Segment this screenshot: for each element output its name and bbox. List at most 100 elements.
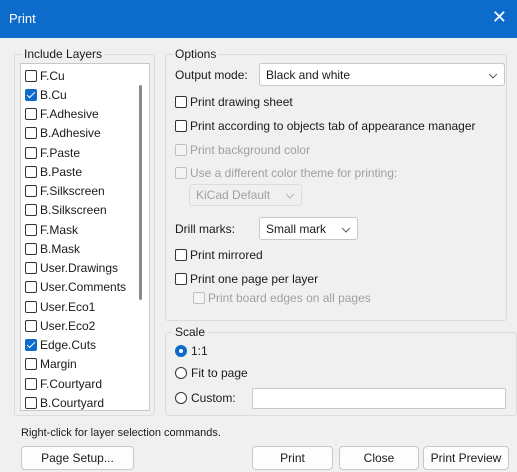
layer-checkbox[interactable] xyxy=(25,319,37,332)
print-preview-button[interactable]: Print Preview xyxy=(423,446,509,470)
chevron-down-icon xyxy=(488,69,498,79)
layer-label: F.Cu xyxy=(40,68,65,83)
print-drawing-sheet-option[interactable]: Print drawing sheet xyxy=(175,95,293,109)
scale-one-to-one-radio[interactable] xyxy=(175,345,187,357)
print-background-label: Print background color xyxy=(190,143,311,157)
layer-checkbox[interactable] xyxy=(25,108,37,120)
layer-label: User.Drawings xyxy=(40,261,119,275)
layer-label: B.Courtyard xyxy=(40,395,105,410)
layer-checkbox[interactable] xyxy=(25,339,37,351)
layer-list-item[interactable]: B.Cu xyxy=(25,85,67,104)
print-board-edges-option: Print board edges on all pages xyxy=(193,291,371,305)
layer-list-scrollbar[interactable] xyxy=(139,85,142,300)
use-color-theme-label: Use a different color theme for printing… xyxy=(190,166,398,180)
layer-label: User.Comments xyxy=(40,280,127,295)
layer-label: F.Paste xyxy=(40,145,81,160)
layer-label: Edge.Cuts xyxy=(40,338,97,352)
color-theme-select: KiCad Default xyxy=(189,184,302,206)
print-according-checkbox[interactable] xyxy=(175,120,187,132)
output-mode-label: Output mode: xyxy=(175,68,248,82)
scale-fit-option[interactable]: Fit to page xyxy=(175,366,248,380)
print-mirrored-checkbox[interactable] xyxy=(175,249,187,261)
scale-custom-radio[interactable] xyxy=(175,392,187,404)
layer-list-item[interactable]: User.Eco1 xyxy=(25,297,95,316)
layer-list-item[interactable]: Margin xyxy=(25,355,77,374)
window-title: Print xyxy=(9,11,36,26)
use-color-theme-checkbox xyxy=(175,167,187,179)
drill-marks-select[interactable]: Small mark xyxy=(259,217,358,240)
include-layers-title: Include Layers xyxy=(22,47,105,61)
layer-list-item[interactable]: F.Cu xyxy=(25,66,65,85)
layer-list-item[interactable]: User.Eco2 xyxy=(25,316,95,335)
page-setup-button[interactable]: Page Setup... xyxy=(21,446,134,470)
layer-label: F.Adhesive xyxy=(40,107,99,121)
print-drawing-sheet-checkbox[interactable] xyxy=(175,96,187,108)
print-according-label: Print according to objects tab of appear… xyxy=(190,119,476,133)
print-mirrored-option[interactable]: Print mirrored xyxy=(175,248,263,262)
layer-list-item[interactable]: B.Mask xyxy=(25,239,80,258)
layer-checkbox[interactable] xyxy=(25,69,37,82)
layer-label: B.Cu xyxy=(40,87,67,102)
layer-checkbox[interactable] xyxy=(25,377,37,390)
print-button[interactable]: Print xyxy=(252,446,333,470)
print-drawing-sheet-label: Print drawing sheet xyxy=(190,95,293,109)
scale-fit-label: Fit to page xyxy=(191,366,248,380)
layer-checkbox[interactable] xyxy=(25,281,37,294)
close-button[interactable]: Close xyxy=(339,446,419,470)
title-bar: Print ✕ xyxy=(0,0,517,38)
layer-label: F.Mask xyxy=(40,222,79,237)
layer-label: B.Mask xyxy=(40,241,81,256)
layer-list-item[interactable]: User.Drawings xyxy=(25,259,118,278)
layer-list-item[interactable]: B.Courtyard xyxy=(25,393,105,410)
print-one-page-checkbox[interactable] xyxy=(175,273,187,285)
layer-checkbox[interactable] xyxy=(25,88,37,101)
layer-list-item[interactable]: F.Paste xyxy=(25,143,80,162)
custom-scale-input[interactable] xyxy=(252,388,506,409)
layer-checkbox[interactable] xyxy=(25,300,37,313)
layer-checkbox[interactable] xyxy=(25,396,37,409)
layer-label: F.Courtyard xyxy=(40,376,103,391)
print-one-page-option[interactable]: Print one page per layer xyxy=(175,272,318,286)
print-board-edges-checkbox xyxy=(193,292,205,304)
color-theme-value: KiCad Default xyxy=(196,188,271,202)
print-one-page-label: Print one page per layer xyxy=(190,272,319,286)
layer-list-item[interactable]: F.Courtyard xyxy=(25,374,102,393)
layer-label: B.Silkscreen xyxy=(40,203,107,218)
output-mode-select[interactable]: Black and white xyxy=(259,63,505,86)
layer-list-item[interactable]: B.Paste xyxy=(25,162,82,181)
layer-checkbox[interactable] xyxy=(25,358,37,371)
layer-checkbox[interactable] xyxy=(25,185,37,197)
layer-checkbox[interactable] xyxy=(25,204,37,217)
layer-checkbox[interactable] xyxy=(25,127,37,140)
layer-list[interactable]: F.Cu B.Cu F.Adhesive B.Adhesive F.Paste B.Pas… xyxy=(20,63,150,411)
use-color-theme-option: Use a different color theme for printing… xyxy=(175,166,397,180)
layer-list-item[interactable]: F.Silkscreen xyxy=(25,182,105,201)
output-mode-value: Black and white xyxy=(266,67,351,82)
layer-label: Margin xyxy=(40,357,77,372)
layer-checkbox[interactable] xyxy=(25,223,37,236)
layer-list-item[interactable]: F.Adhesive xyxy=(25,105,99,124)
scale-title: Scale xyxy=(173,325,208,339)
print-according-option[interactable]: Print according to objects tab of appear… xyxy=(175,119,476,133)
print-background-option: Print background color xyxy=(175,143,310,157)
layer-list-item[interactable]: F.Mask xyxy=(25,220,78,239)
layer-list-item[interactable]: B.Adhesive xyxy=(25,124,101,143)
close-icon[interactable]: ✕ xyxy=(492,8,507,26)
layer-label: F.Silkscreen xyxy=(40,184,105,198)
scale-one-to-one-option[interactable]: 1:1 xyxy=(175,344,208,358)
layer-list-item[interactable]: Edge.Cuts xyxy=(25,336,96,355)
print-board-edges-label: Print board edges on all pages xyxy=(208,291,371,305)
layer-checkbox[interactable] xyxy=(25,242,37,255)
scale-custom-option[interactable]: Custom: xyxy=(175,391,236,405)
layer-selection-hint: Right-click for layer selection commands… xyxy=(21,427,221,439)
layer-list-item[interactable]: User.Comments xyxy=(25,278,126,297)
scale-custom-label: Custom: xyxy=(191,391,236,405)
chevron-down-icon xyxy=(285,190,295,199)
layer-checkbox[interactable] xyxy=(25,165,37,178)
chevron-down-icon xyxy=(341,223,351,233)
layer-label: User.Eco2 xyxy=(40,318,96,333)
scale-fit-radio[interactable] xyxy=(175,367,187,379)
layer-list-item[interactable]: B.Silkscreen xyxy=(25,201,107,220)
layer-checkbox[interactable] xyxy=(25,146,37,159)
layer-checkbox[interactable] xyxy=(25,262,37,274)
